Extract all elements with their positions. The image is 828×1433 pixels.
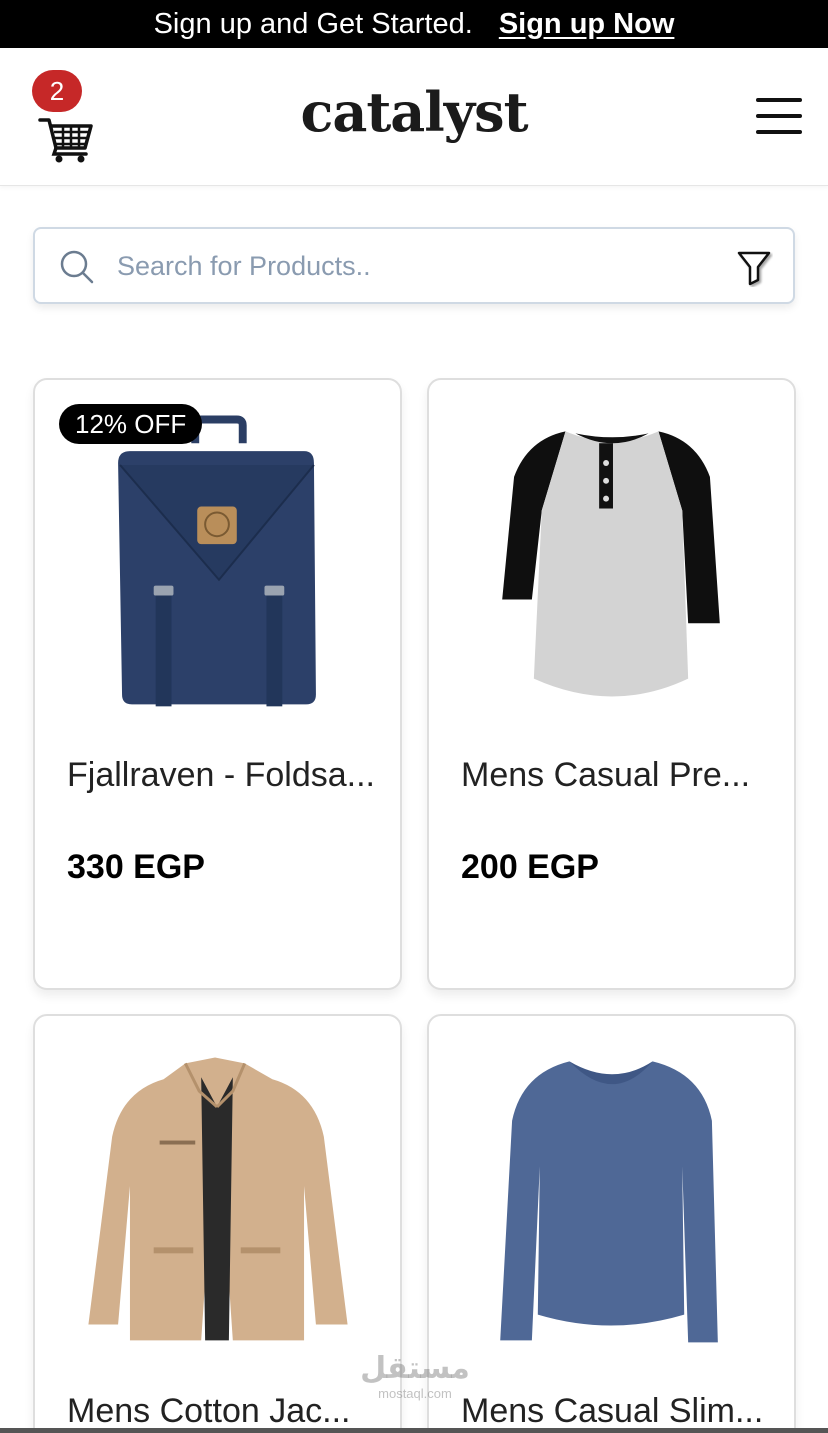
discount-badge: 12% OFF [59, 404, 203, 444]
product-title: Mens Casual Slim... [461, 1392, 764, 1430]
product-title: Mens Casual Pre... [461, 756, 751, 794]
product-title: Fjallraven - Foldsa... [67, 756, 375, 794]
product-price: 330 EGP [67, 848, 205, 886]
filter-icon[interactable] [735, 247, 773, 287]
product-price: 200 EGP [461, 848, 599, 886]
product-image-jacket [88, 1057, 348, 1341]
product-image-henley [502, 431, 720, 697]
hamburger-menu-icon[interactable] [756, 98, 802, 134]
search-icon [60, 250, 94, 284]
signup-link[interactable]: Sign up Now [499, 8, 675, 41]
watermark: مستقل mostaql.com [360, 1352, 470, 1401]
search-bar [33, 227, 795, 304]
bottom-edge-bar [0, 1428, 828, 1433]
product-card[interactable]: Mens Cotton Jac... [33, 1014, 402, 1433]
promo-text: Sign up and Get Started. [153, 7, 473, 40]
header: 2 catalyst [0, 48, 828, 186]
search-input[interactable] [117, 243, 677, 289]
brand-logo[interactable]: catalyst [0, 80, 828, 144]
product-card[interactable]: Mens Casual Slim... [427, 1014, 796, 1433]
product-card[interactable]: Mens Casual Pre... 200 EGP [427, 378, 796, 990]
product-title: Mens Cotton Jac... [67, 1392, 351, 1430]
watermark-latin: mostaql.com [378, 1386, 452, 1401]
promo-bar: Sign up and Get Started. Sign up Now [0, 0, 828, 48]
watermark-arabic: مستقل [360, 1352, 470, 1385]
product-image-longsleeve [500, 1061, 718, 1343]
product-card[interactable]: 12% OFF Fjallraven - Foldsa... 330 EGP [33, 378, 402, 990]
